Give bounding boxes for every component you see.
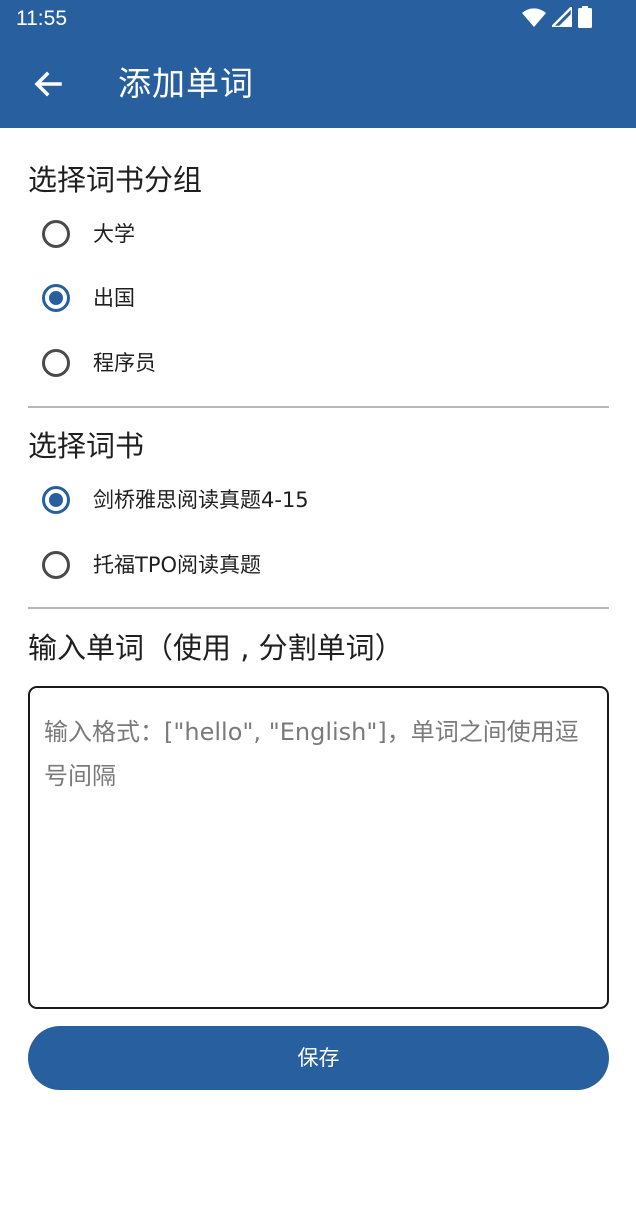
add-word-screen: 11:55 添加单词 选择词书分组 大学 出国 程序员 选择词书 剑桥雅思阅读真… <box>0 0 636 1226</box>
book-section-title: 选择词书 <box>28 429 145 463</box>
words-input[interactable] <box>28 686 609 1009</box>
cellular-signal-icon <box>548 3 574 31</box>
status-bar: 11:55 <box>0 0 636 40</box>
radio-book-option-toefl[interactable]: 托福TPO阅读真题 <box>42 543 261 587</box>
back-button[interactable] <box>22 58 74 110</box>
wifi-icon <box>522 7 546 31</box>
radio-book-option-ielts[interactable]: 剑桥雅思阅读真题4-15 <box>42 478 309 522</box>
radio-unchecked-icon <box>42 551 70 579</box>
radio-label: 托福TPO阅读真题 <box>93 553 262 577</box>
battery-icon <box>578 6 592 32</box>
radio-label: 剑桥雅思阅读真题4-15 <box>93 488 309 512</box>
group-section-title: 选择词书分组 <box>28 163 203 197</box>
page-title: 添加单词 <box>118 64 254 103</box>
radio-unchecked-icon <box>42 220 70 248</box>
radio-unchecked-icon <box>42 349 70 377</box>
radio-label: 出国 <box>93 286 135 310</box>
divider <box>28 406 609 408</box>
app-bar: 添加单词 <box>0 40 636 128</box>
input-section-title: 输入单词（使用 , 分割单词） <box>28 631 404 665</box>
radio-group-option-chengxuyuan[interactable]: 程序员 <box>42 341 156 385</box>
radio-checked-icon <box>42 486 70 514</box>
radio-checked-icon <box>42 284 70 312</box>
save-button[interactable]: 保存 <box>28 1026 609 1090</box>
status-icons <box>522 3 592 32</box>
radio-label: 大学 <box>93 222 135 246</box>
radio-label: 程序员 <box>93 351 156 375</box>
status-time: 11:55 <box>16 7 67 30</box>
divider <box>28 607 609 609</box>
radio-group-option-chuguo[interactable]: 出国 <box>42 276 135 320</box>
radio-group-option-daxue[interactable]: 大学 <box>42 212 135 256</box>
arrow-left-icon <box>34 71 62 97</box>
